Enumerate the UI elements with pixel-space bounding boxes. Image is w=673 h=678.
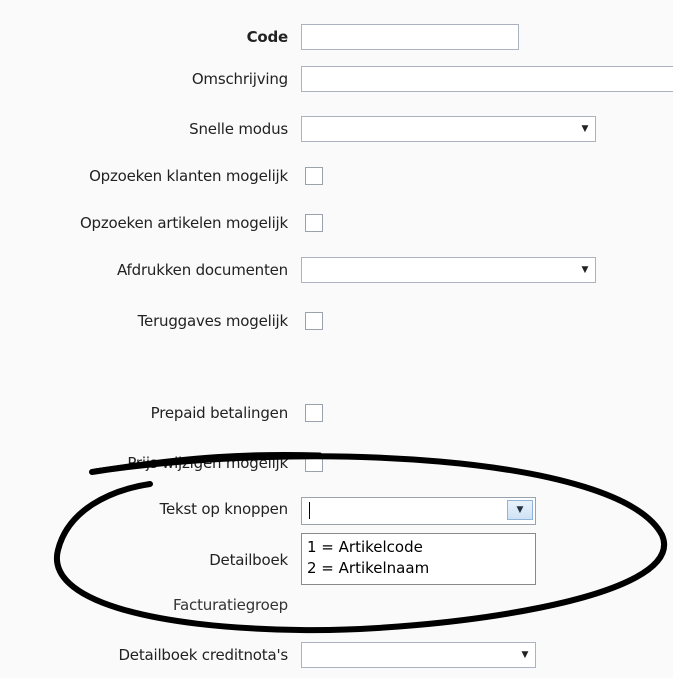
row-facturatiegroep: Facturatiegroep [0, 590, 673, 620]
row-snelle-modus: Snelle modus ▼ [0, 114, 673, 144]
omschrijving-input[interactable] [301, 66, 673, 92]
facturatiegroep-label: Facturatiegroep [172, 596, 288, 614]
settings-form: Code Omschrijving Snelle modus ▼ Opzoeke… [0, 0, 673, 678]
tekst-op-knoppen-label: Tekst op knoppen [159, 500, 289, 518]
chevron-down-icon[interactable]: ▼ [515, 643, 535, 667]
dropdown-option[interactable]: 2 = Artikelnaam [302, 558, 535, 579]
dropdown-option[interactable]: 1 = Artikelcode [302, 537, 535, 558]
teruggaves-label: Teruggaves mogelijk [137, 312, 289, 330]
prepaid-checkbox[interactable] [305, 404, 323, 422]
code-label: Code [246, 28, 289, 46]
row-prijs-wijzigen: Prijs wijzigen mogelijk [0, 448, 673, 478]
row-opzoeken-klanten: Opzoeken klanten mogelijk [0, 161, 673, 191]
row-afdrukken-documenten: Afdrukken documenten ▼ [0, 255, 673, 285]
text-caret [309, 502, 310, 519]
row-opzoeken-artikelen: Opzoeken artikelen mogelijk [0, 208, 673, 238]
snelle-modus-label: Snelle modus [189, 120, 288, 138]
teruggaves-checkbox[interactable] [305, 312, 323, 330]
opzoeken-artikelen-checkbox[interactable] [305, 214, 323, 232]
row-tekst-op-knoppen: Tekst op knoppen ▼ [0, 494, 673, 525]
prijs-wijzigen-checkbox[interactable] [305, 454, 323, 472]
row-detailboek-creditnotas: Detailboek creditnota's ▼ [0, 640, 673, 670]
prijs-wijzigen-label: Prijs wijzigen mogelijk [127, 454, 288, 472]
afdrukken-documenten-select[interactable]: ▼ [301, 257, 596, 283]
chevron-down-icon[interactable]: ▼ [507, 500, 533, 520]
detailboek-label: Detailboek [209, 551, 288, 569]
omschrijving-label: Omschrijving [191, 70, 288, 88]
afdrukken-documenten-label: Afdrukken documenten [117, 261, 288, 279]
tekst-op-knoppen-select[interactable]: ▼ [301, 497, 536, 525]
row-teruggaves: Teruggaves mogelijk [0, 306, 673, 336]
code-input[interactable] [301, 24, 519, 50]
row-code: Code [0, 22, 673, 52]
opzoeken-klanten-label: Opzoeken klanten mogelijk [89, 167, 288, 185]
detailboek-creditnotas-label: Detailboek creditnota's [118, 646, 288, 664]
opzoeken-artikelen-label: Opzoeken artikelen mogelijk [79, 214, 288, 232]
row-omschrijving: Omschrijving [0, 64, 673, 94]
row-prepaid: Prepaid betalingen [0, 398, 673, 428]
prepaid-label: Prepaid betalingen [150, 404, 289, 422]
opzoeken-klanten-checkbox[interactable] [305, 167, 323, 185]
snelle-modus-select[interactable]: ▼ [301, 116, 596, 142]
tekst-op-knoppen-dropdown-list: 1 = Artikelcode 2 = Artikelnaam [301, 533, 536, 585]
chevron-down-icon[interactable]: ▼ [575, 117, 595, 141]
detailboek-creditnotas-select[interactable]: ▼ [301, 642, 536, 668]
chevron-down-icon[interactable]: ▼ [575, 258, 595, 282]
